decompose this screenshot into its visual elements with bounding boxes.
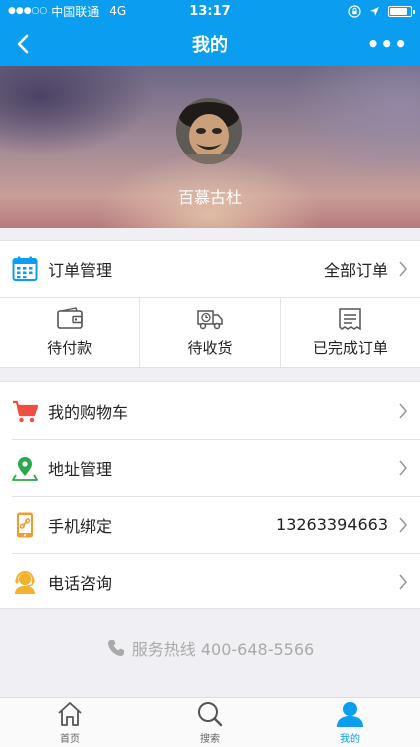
- order-tab-label: 已完成订单: [312, 339, 388, 357]
- cart-icon: [13, 400, 38, 422]
- menu-item-right: [388, 402, 408, 419]
- status-bar: ●●●○○ 中国联通 4G 13:17: [0, 0, 420, 22]
- chevron-right-icon: [399, 516, 408, 533]
- menu-list: 我的购物车 地址管理 手机绑定 13263394663 电话咨询: [0, 381, 420, 609]
- tab-label: 我的: [340, 734, 360, 745]
- profile-nickname: 百慕古杜: [177, 188, 242, 207]
- menu-item-phone-binding[interactable]: 手机绑定 13263394663: [0, 496, 420, 553]
- profile-header: 百慕古杜: [0, 66, 420, 228]
- tab-label: 搜索: [200, 734, 220, 745]
- network-type: 4G: [109, 4, 127, 18]
- all-orders-label: 全部订单: [323, 261, 388, 280]
- page-title: 我的: [192, 35, 228, 56]
- location-pin-icon: [12, 456, 38, 481]
- order-tab-pending-payment[interactable]: 待付款: [0, 298, 141, 367]
- chevron-right-icon: [399, 573, 408, 590]
- menu-item-right: [388, 459, 408, 476]
- chevron-right-icon: [399, 402, 408, 419]
- order-tab-pending-receipt[interactable]: 待收货: [140, 298, 281, 367]
- bound-phone-number: 13263394663: [276, 515, 388, 534]
- menu-item-phone-consult[interactable]: 电话咨询: [0, 553, 420, 610]
- user-icon: [337, 702, 363, 727]
- search-icon: [198, 702, 223, 727]
- tab-search[interactable]: 搜索: [140, 698, 280, 747]
- location-arrow-icon: [370, 6, 379, 16]
- receipt-icon: [339, 308, 362, 331]
- chevron-left-icon[interactable]: [10, 30, 38, 58]
- avatar[interactable]: [176, 98, 242, 164]
- order-tab-label: 待付款: [47, 339, 93, 357]
- calendar-icon: [12, 256, 38, 281]
- wallet-icon: [56, 307, 83, 329]
- menu-item-address[interactable]: 地址管理: [0, 439, 420, 496]
- service-hotline[interactable]: 服务热线 400-648-5566: [0, 636, 420, 660]
- tab-home[interactable]: 首页: [0, 698, 140, 747]
- order-tab-completed[interactable]: 已完成订单: [281, 298, 420, 367]
- nav-bar: 我的 •••: [0, 22, 420, 66]
- phone-link-icon: [17, 512, 33, 537]
- hotline-text: 服务热线 400-648-5566: [131, 640, 315, 659]
- order-tab-label: 待收货: [187, 339, 233, 357]
- menu-item-cart[interactable]: 我的购物车: [0, 382, 420, 439]
- all-orders-link[interactable]: 全部订单: [324, 257, 408, 281]
- carrier-name: 中国联通: [51, 4, 100, 19]
- menu-item-label: 手机绑定: [48, 516, 113, 536]
- battery-fill: [390, 7, 407, 15]
- bottom-tab-bar: 首页 搜索 我的: [0, 697, 420, 747]
- lock-rotation-icon: [348, 4, 361, 18]
- phone-icon: [107, 640, 124, 656]
- signal-strength-icon: ●●●○○: [8, 6, 48, 16]
- avatar-image: [176, 98, 242, 164]
- order-management-row[interactable]: 订单管理 全部订单: [0, 240, 420, 298]
- customer-service-icon: [15, 570, 35, 594]
- tab-me[interactable]: 我的: [280, 698, 420, 747]
- order-management-label: 订单管理: [48, 261, 113, 280]
- truck-icon: [197, 310, 223, 330]
- chevron-right-icon: [399, 261, 408, 277]
- menu-item-right: 13263394663: [276, 515, 408, 534]
- menu-item-label: 地址管理: [48, 459, 113, 479]
- tab-label: 首页: [60, 734, 80, 745]
- home-icon: [58, 702, 82, 726]
- more-options-icon[interactable]: •••: [367, 34, 408, 54]
- menu-item-right: [388, 573, 408, 590]
- chevron-right-icon: [399, 459, 408, 476]
- menu-item-label: 我的购物车: [48, 402, 129, 422]
- order-status-tabs: 待付款 待收货 已完成订单: [0, 298, 420, 368]
- battery-icon: [388, 5, 415, 17]
- menu-item-label: 电话咨询: [48, 573, 113, 593]
